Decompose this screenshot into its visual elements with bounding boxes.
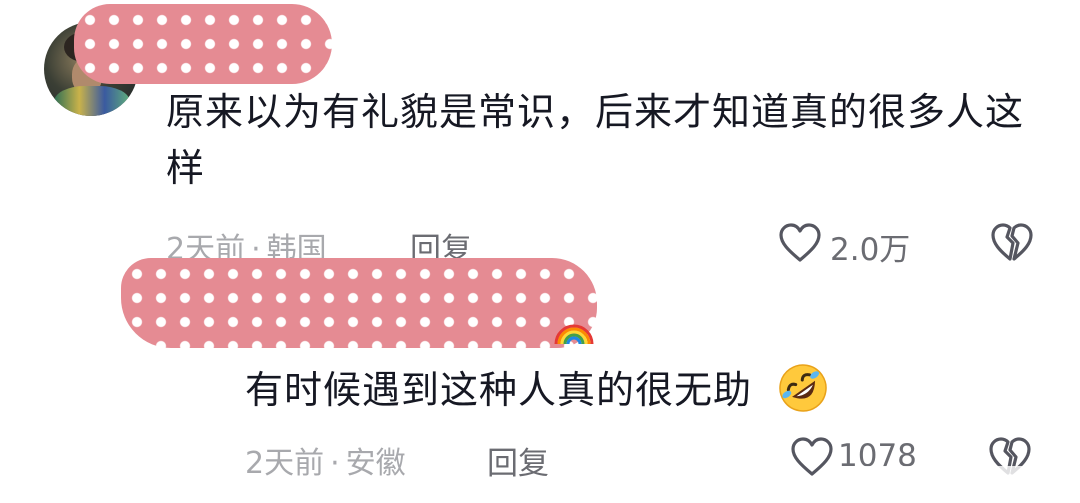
heart-outline-icon[interactable] — [790, 436, 834, 482]
username-privacy-sticker — [74, 4, 332, 84]
username-privacy-sticker — [121, 258, 597, 348]
rainbow-icon — [554, 324, 594, 344]
comment-meta: 2天前 · 安徽 — [245, 438, 406, 482]
rolling-laughing-emoji-icon — [779, 364, 827, 412]
comment-text: 原来以为有礼貌是常识，后来才知道真的很多人这样 — [166, 90, 1025, 190]
reply-button[interactable]: 回复 — [487, 438, 549, 483]
heart-outline-icon[interactable] — [778, 222, 822, 268]
comment-time: 2天前 — [245, 446, 325, 481]
meta-separator: · — [330, 446, 340, 481]
comment-location: 安徽 — [345, 446, 406, 481]
comment-thread: 原来以为有礼貌是常识，后来才知道真的很多人这样 2天前 · 韩国 回复 2.0万 有… — [0, 0, 1080, 503]
like-count: 2.0万 — [830, 232, 911, 268]
watermark-overlay — [834, 466, 1080, 503]
broken-heart-icon[interactable] — [990, 222, 1034, 268]
reply-comment-text: 有时候遇到这种人真的很无助 — [245, 368, 753, 412]
